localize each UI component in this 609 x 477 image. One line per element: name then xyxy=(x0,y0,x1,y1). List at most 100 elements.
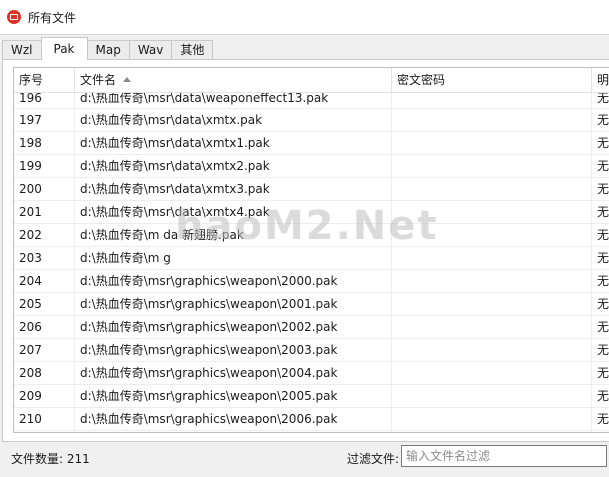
cell-filename: d:\热血传奇\msr\data\xmtx4.pak xyxy=(75,201,392,223)
column-header-index[interactable]: 序号 xyxy=(14,68,75,92)
filter-label: 过滤文件: xyxy=(347,452,400,466)
column-header-filename-label: 文件名 xyxy=(80,73,117,87)
file-count: 文件数量: 211 xyxy=(11,452,90,466)
tab-pak[interactable]: Pak xyxy=(40,37,88,60)
cell-index: 204 xyxy=(14,270,75,292)
cell-password xyxy=(392,293,592,315)
cell-filename: d:\热血传奇\msr\data\xmtx1.pak xyxy=(75,132,392,154)
cell-index: 208 xyxy=(14,362,75,384)
cell-filename: d:\热血传奇\msr\data\xmtx3.pak xyxy=(75,178,392,200)
cell-filename: d:\热血传奇\msr\graphics\weapon\2007.pak xyxy=(75,431,392,432)
table-row[interactable]: 197 d:\热血传奇\msr\data\xmtx.pak 无 xyxy=(14,109,609,132)
column-header-filename[interactable]: 文件名 xyxy=(75,68,392,92)
cell-password xyxy=(392,316,592,338)
cell-filename: d:\热血传奇\msr\data\weaponeffect13.pak xyxy=(75,93,392,108)
column-header-password-label: 密文密码 xyxy=(397,73,446,87)
tab-other[interactable]: 其他 xyxy=(171,40,214,60)
cell-plain: 无 xyxy=(592,408,609,430)
cell-plain: 无 xyxy=(592,270,609,292)
column-header-plain-label: 明文 xyxy=(597,73,609,87)
sort-ascending-icon xyxy=(123,77,132,82)
cell-plain: 无 xyxy=(592,109,609,131)
table-row[interactable]: 211d:\热血传奇\msr\graphics\weapon\2007.pak 无 xyxy=(14,431,609,432)
cell-password xyxy=(392,178,592,200)
table-row[interactable]: 204 d:\热血传奇\msr\graphics\weapon\2000.pak 无 xyxy=(14,270,609,293)
cell-filename: d:\热血传奇\msr\data\xmtx2.pak xyxy=(75,155,392,177)
table-row[interactable]: 201 d:\热血传奇\msr\data\xmtx4.pak 无 xyxy=(14,201,609,224)
column-header-index-label: 序号 xyxy=(19,73,44,87)
cell-index: 198 xyxy=(14,132,75,154)
cell-password xyxy=(392,247,592,269)
cell-password xyxy=(392,362,592,384)
cell-filename: d:\热血传奇\msr\graphics\weapon\2004.pak xyxy=(75,362,392,384)
column-header-plain[interactable]: 明文 xyxy=(592,68,609,92)
cell-password xyxy=(392,132,592,154)
cell-plain: 无 xyxy=(592,155,609,177)
table-row[interactable]: 203 d:\热血传奇\m g 无 xyxy=(14,247,609,270)
cell-index: 209 xyxy=(14,385,75,407)
table-body: 196 d:\热血传奇\msr\data\weaponeffect13.pak 无 1… xyxy=(14,93,609,432)
cell-index: 202 xyxy=(14,224,75,246)
table-row[interactable]: 207 d:\热血传奇\msr\graphics\weapon\2003.pak 无 xyxy=(14,339,609,362)
tab-panel: 序号 文件名 密文密码 明文 196d:\热血传奇\msr\data\weapo… xyxy=(2,59,609,442)
cell-password xyxy=(392,339,592,361)
file-table: 序号 文件名 密文密码 明文 196d:\热血传奇\msr\data\weapo… xyxy=(13,67,609,433)
table-row[interactable]: 198 d:\热血传奇\msr\data\xmtx1.pak 无 xyxy=(14,132,609,155)
cell-index: 200 xyxy=(14,178,75,200)
cell-index: 201 xyxy=(14,201,75,223)
column-header-password[interactable]: 密文密码 xyxy=(392,68,592,92)
cell-plain: 无 xyxy=(592,201,609,223)
cell-index: 210 xyxy=(14,408,75,430)
cell-index: 205 xyxy=(14,293,75,315)
cell-filename: d:\热血传奇\msr\graphics\weapon\2006.pak xyxy=(75,408,392,430)
cell-index: 211 xyxy=(14,431,75,432)
app-logo-icon xyxy=(7,10,21,24)
cell-filename: d:\热血传奇\msr\data\xmtx.pak xyxy=(75,109,392,131)
filter-input[interactable] xyxy=(401,445,607,467)
window-title: 所有文件 xyxy=(28,11,77,25)
cell-filename: d:\热血传奇\msr\graphics\weapon\2002.pak xyxy=(75,316,392,338)
tab-map[interactable]: Map xyxy=(86,40,130,60)
cell-plain: 无 xyxy=(592,316,609,338)
cell-plain: 无 xyxy=(592,339,609,361)
cell-index: 196 xyxy=(14,93,75,108)
cell-password xyxy=(392,385,592,407)
table-row[interactable]: 199 d:\热血传奇\msr\data\xmtx2.pak 无 xyxy=(14,155,609,178)
cell-password xyxy=(392,431,592,432)
cell-index: 197 xyxy=(14,109,75,131)
cell-password xyxy=(392,408,592,430)
cell-password xyxy=(392,155,592,177)
cell-password xyxy=(392,93,592,108)
table-row[interactable]: 206 d:\热血传奇\msr\graphics\weapon\2002.pak 无 xyxy=(14,316,609,339)
tab-wav[interactable]: Wav xyxy=(128,40,173,60)
cell-filename: d:\热血传奇\msr\graphics\weapon\2000.pak xyxy=(75,270,392,292)
cell-password xyxy=(392,224,592,246)
cell-plain: 无 xyxy=(592,93,609,108)
table-row[interactable]: 209 d:\热血传奇\msr\graphics\weapon\2005.pak 无 xyxy=(14,385,609,408)
cell-password xyxy=(392,109,592,131)
table-row[interactable]: 196 d:\热血传奇\msr\data\weaponeffect13.pak 无 xyxy=(14,93,609,109)
table-row[interactable]: 200 d:\热血传奇\msr\data\xmtx3.pak 无 xyxy=(14,178,609,201)
cell-plain: 无 xyxy=(592,247,609,269)
cell-index: 199 xyxy=(14,155,75,177)
cell-password xyxy=(392,201,592,223)
table-row[interactable]: 202 d:\热血传奇\m da 新翅膀.pak 无 xyxy=(14,224,609,247)
cell-plain: 无 xyxy=(592,385,609,407)
tab-strip: Wzl Pak Map Wav 其他 xyxy=(2,37,214,60)
cell-plain: 无 xyxy=(592,224,609,246)
cell-plain: 无 xyxy=(592,132,609,154)
table-row[interactable]: 208 d:\热血传奇\msr\graphics\weapon\2004.pak 无 xyxy=(14,362,609,385)
cell-index: 203 xyxy=(14,247,75,269)
table-row[interactable]: 205 d:\热血传奇\msr\graphics\weapon\2001.pak 无 xyxy=(14,293,609,316)
cell-filename: d:\热血传奇\msr\graphics\weapon\2001.pak xyxy=(75,293,392,315)
table-row[interactable]: 210 d:\热血传奇\msr\graphics\weapon\2006.pak 无 xyxy=(14,408,609,431)
cell-filename: d:\热血传奇\m g xyxy=(75,247,392,269)
cell-plain: 无 xyxy=(592,178,609,200)
cell-index: 206 xyxy=(14,316,75,338)
table-header: 序号 文件名 密文密码 明文 xyxy=(14,68,609,93)
cell-filename: d:\热血传奇\m da 新翅膀.pak xyxy=(75,224,392,246)
tab-wzl[interactable]: Wzl xyxy=(2,40,42,60)
cell-plain: 无 xyxy=(592,431,609,432)
cell-filename: d:\热血传奇\msr\graphics\weapon\2003.pak xyxy=(75,339,392,361)
cell-filename: d:\热血传奇\msr\graphics\weapon\2005.pak xyxy=(75,385,392,407)
